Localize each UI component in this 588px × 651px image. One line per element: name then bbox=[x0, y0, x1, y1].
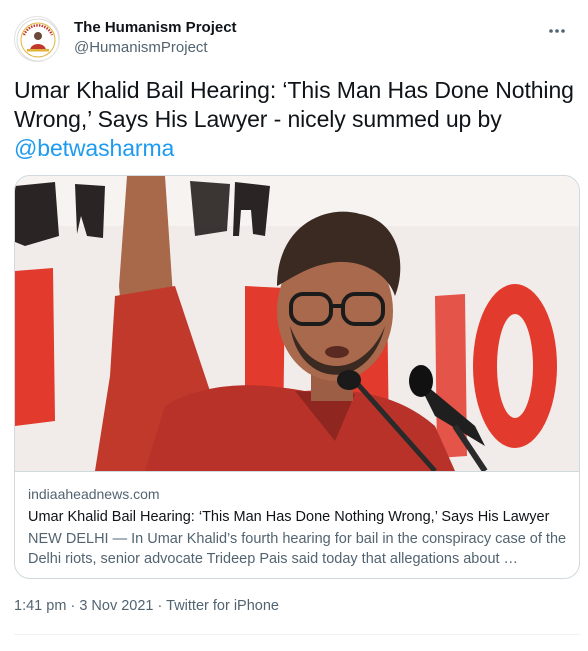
tweet-date[interactable]: 3 Nov 2021 bbox=[79, 598, 153, 614]
card-image[interactable] bbox=[15, 176, 579, 471]
humanism-logo-icon bbox=[16, 18, 59, 61]
tweet-text-body: Umar Khalid Bail Hearing: ‘This Man Has … bbox=[14, 77, 574, 132]
card-description: NEW DELHI — In Umar Khalid’s fourth hear… bbox=[28, 531, 567, 567]
meta-separator-2: · bbox=[157, 598, 163, 614]
user-handle[interactable]: @HumanismProject bbox=[74, 38, 237, 58]
card-domain: indiaaheadnews.com bbox=[28, 486, 160, 502]
tweet-time[interactable]: 1:41 pm bbox=[14, 598, 66, 614]
card-body[interactable]: indiaaheadnews.com Umar Khalid Bail Hear… bbox=[28, 485, 573, 569]
more-options-button[interactable] bbox=[540, 14, 574, 48]
tweet-text: Umar Khalid Bail Hearing: ‘This Man Has … bbox=[14, 76, 580, 163]
avatar[interactable] bbox=[14, 16, 60, 62]
more-dots-icon bbox=[549, 29, 565, 33]
mention-link[interactable]: @betwasharma bbox=[14, 135, 174, 161]
card-title[interactable]: Umar Khalid Bail Hearing: ‘This Man Has … bbox=[28, 507, 573, 527]
link-preview-card[interactable]: indiaaheadnews.com Umar Khalid Bail Hear… bbox=[14, 175, 580, 579]
display-name[interactable]: The Humanism Project bbox=[74, 18, 237, 38]
meta-separator: · bbox=[70, 598, 76, 614]
news-photo-icon bbox=[15, 176, 579, 471]
tweet-header: The Humanism Project @HumanismProject bbox=[14, 14, 574, 66]
tweet-source[interactable]: Twitter for iPhone bbox=[166, 598, 279, 614]
card-divider bbox=[15, 471, 579, 472]
tweet-meta: 1:41 pm · 3 Nov 2021 · Twitter for iPhon… bbox=[14, 596, 279, 616]
user-block[interactable]: The Humanism Project @HumanismProject bbox=[74, 18, 237, 58]
bottom-divider bbox=[14, 634, 580, 635]
